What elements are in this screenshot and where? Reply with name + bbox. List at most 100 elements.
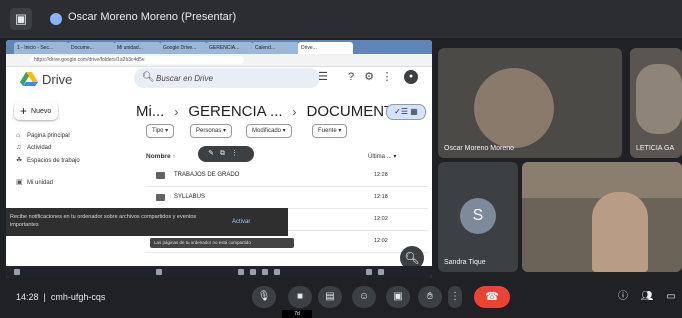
sidebar-item-workspaces[interactable]: ☘ Espacios de trabajo [16, 156, 80, 164]
participant-tile[interactable]: LETICIA GA [630, 48, 682, 158]
participant-tile[interactable] [522, 162, 682, 272]
emoji-icon[interactable]: ☺ [352, 286, 376, 308]
sidebar-item-home[interactable]: ⌂ Página principal [16, 132, 70, 139]
mic-tooltip: 7d [282, 310, 312, 318]
drive-app-name: Drive [42, 72, 73, 87]
chat-icon[interactable]: ▭ [662, 288, 680, 306]
my-drive-icon: ▣ [16, 179, 23, 186]
captions-icon[interactable]: ▤ [318, 286, 342, 308]
camera-icon[interactable]: ■ [288, 286, 312, 308]
file-date: 12:02 [374, 238, 388, 244]
filter-chip-people[interactable]: Personas ▾ [190, 124, 233, 138]
end-call-icon[interactable]: ☎ [474, 286, 510, 308]
mic-icon[interactable]: 🎙︎ [252, 286, 276, 308]
column-header-label: Última ... [368, 154, 392, 160]
file-date: 12:28 [374, 172, 388, 178]
meeting-code: cmh-ufgh-cqs [50, 292, 106, 302]
file-name: SYLLABUS [174, 194, 206, 200]
participant-video [592, 192, 648, 272]
filter-chip-modified[interactable]: Modificado ▾ [246, 124, 292, 138]
more-icon[interactable]: ⋮ [448, 286, 462, 308]
folder-icon [156, 194, 165, 201]
chevron-right-icon: › [292, 105, 297, 119]
browser-tab[interactable]: GERENCIA... [206, 42, 253, 54]
table-row[interactable]: SYLLABUS 12:18 [146, 188, 428, 209]
start-icon[interactable] [14, 269, 20, 275]
sidebar-item-activity[interactable]: ♫ Actividad [16, 144, 51, 151]
sidebar-item-my-drive[interactable]: ▣ Mi unidad [16, 178, 53, 186]
taskbar-app-icon[interactable] [250, 269, 256, 275]
browser-tab[interactable]: Mi unidad... [114, 42, 161, 54]
home-icon: ⌂ [16, 132, 21, 139]
breadcrumb: Mi...›GERENCIA ...›DOCUMENTO...▾ [136, 103, 424, 120]
folder-icon [156, 172, 165, 179]
avatar: S [460, 198, 496, 234]
browser-tab-active[interactable]: Drive... [298, 42, 353, 54]
avatar[interactable]: ● [404, 70, 418, 84]
breadcrumb-item[interactable]: GERENCIA ... [188, 103, 282, 120]
browser-tab-bar: 1 - Inicio - Sec... Docume... Mi unidad.… [6, 40, 432, 54]
browser-tab[interactable]: Docume... [68, 42, 115, 54]
new-button[interactable]: + Nuevo [14, 102, 58, 120]
shared-screen: 1 - Inicio - Sec... Docume... Mi unidad.… [6, 40, 432, 278]
raise-hand-icon[interactable]: ✋︎ [418, 286, 442, 308]
sidebar-item-label: Espacios de trabajo [27, 158, 80, 164]
participant-name: Oscar Moreno Moreno [444, 145, 515, 152]
notification-text: Recibe notificaciones en tu ordenador so… [10, 214, 197, 228]
meet-logo-icon: ▣ [10, 8, 32, 30]
sidebar-item-label: Actividad [27, 145, 52, 151]
taskbar-app-icon[interactable] [262, 269, 268, 275]
filter-chip-label: Modificado [252, 128, 282, 134]
view-toggle[interactable]: ✓☰ ▦ [386, 104, 426, 120]
presenter-title: Oscar Moreno Moreno (Presentar) [68, 11, 237, 23]
presenter-indicator-icon [50, 13, 62, 25]
browser-tab[interactable]: Google Drive... [160, 42, 207, 54]
meeting-time-code: 14:28 | cmh-ufgh-cqs [16, 292, 106, 302]
chevron-right-icon: › [174, 105, 179, 119]
people-icon[interactable]: 👥︎ [638, 288, 656, 306]
tray-icon[interactable] [378, 269, 384, 275]
apps-grid-icon[interactable]: ⋮ [380, 70, 394, 84]
notification-activate-button[interactable]: Activar [232, 219, 250, 225]
settings-gear-icon[interactable]: ⚙ [362, 70, 376, 84]
breadcrumb-item[interactable]: Mi... [136, 103, 164, 120]
participant-tile[interactable]: Oscar Moreno Moreno [438, 48, 622, 158]
taskbar-app-icon[interactable] [238, 269, 244, 275]
filter-chip-label: Fuente [318, 128, 337, 134]
help-icon[interactable]: ? [344, 70, 358, 84]
meeting-time: 14:28 [16, 292, 39, 302]
workspaces-icon: ☘ [16, 157, 23, 164]
selection-toolbar[interactable]: ✎⧉⋮ [198, 146, 254, 162]
bookshelf-background [522, 162, 682, 198]
os-taskbar [6, 266, 432, 278]
file-name: TRABAJOS DE GRADO [174, 172, 240, 178]
column-header-label: Nombre [146, 153, 171, 160]
participant-video [474, 68, 554, 148]
notification-banner: Recibe notificaciones en tu ordenador so… [6, 208, 288, 236]
table-row[interactable]: TRABAJOS DE GRADO 12:28 [146, 166, 428, 187]
filter-chip-source[interactable]: Fuente ▾ [312, 124, 348, 138]
new-button-label: Nuevo [31, 107, 52, 115]
tray-icon[interactable] [366, 269, 372, 275]
filter-chip-label: Tipo [152, 128, 164, 134]
file-date: 12:18 [374, 194, 388, 200]
column-header-name[interactable]: Nombre ↑ [146, 153, 176, 160]
present-icon[interactable]: ▣ [386, 286, 410, 308]
search-placeholder: Buscar en Drive [156, 74, 213, 83]
browser-tab[interactable]: Calend... [252, 42, 299, 54]
participant-name: Sandra Tique [444, 259, 486, 266]
filter-chip-type[interactable]: Tipo ▾ [146, 124, 175, 138]
drive-logo-icon [20, 72, 38, 86]
taskbar-app-icon[interactable] [156, 269, 162, 275]
filter-chip-label: Personas [196, 128, 222, 134]
info-icon[interactable]: ⓘ [614, 288, 632, 306]
browser-tab[interactable]: 1 - Inicio - Sec... [14, 42, 69, 54]
url-input[interactable]: https://drive.google.com/drive/folders/1… [30, 56, 244, 64]
taskbar-app-icon[interactable] [274, 269, 280, 275]
search-icon[interactable]: 🔍︎ [142, 72, 155, 83]
participant-video [636, 64, 682, 134]
column-header-updated[interactable]: Última ... ▾ [368, 153, 396, 160]
search-options-icon[interactable]: ☰ [316, 70, 330, 84]
file-date: 12:02 [374, 216, 388, 222]
participant-tile[interactable]: S Sandra Tique [438, 162, 518, 272]
